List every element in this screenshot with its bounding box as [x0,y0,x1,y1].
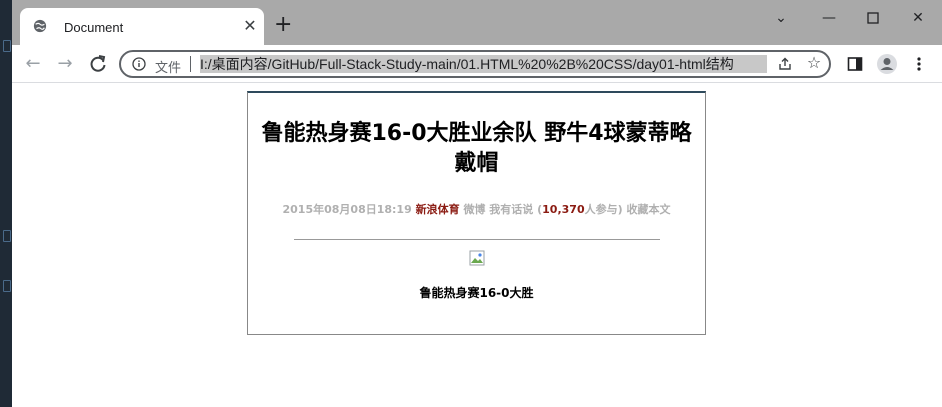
background-ide-edge [0,0,12,407]
browser-toolbar: ← → 文件 I:/桌面内容/GitHub/Full-Stack-Study-m… [12,45,942,83]
tab-close-icon[interactable]: ✕ [242,18,258,34]
url-text[interactable]: I:/桌面内容/GitHub/Full-Stack-Study-main/01.… [200,55,767,73]
tab-strip: Document ✕ + ⌄ — ✕ [12,0,942,45]
bookmark-star-icon[interactable]: ☆ [805,54,823,72]
reload-button[interactable] [88,54,108,74]
omnibox-divider [190,56,191,72]
weibo-link[interactable]: 微博 [463,203,485,216]
share-icon[interactable] [777,56,793,72]
tab-document[interactable]: Document ✕ [20,8,264,45]
menu-kebab-icon[interactable] [910,55,928,73]
back-button[interactable]: ← [23,54,43,74]
ide-explorer-icon [3,40,11,52]
tab-title: Document [64,20,124,35]
comment-link[interactable]: 我有话说 [489,203,533,216]
participant-count: 10,370 [542,203,585,216]
ide-file-icon [3,280,11,292]
minimize-button[interactable]: — [821,10,837,26]
close-window-button[interactable]: ✕ [910,10,926,26]
side-panel-icon[interactable] [846,55,864,73]
participants-label: 人参与) [584,203,623,216]
forward-button[interactable]: → [55,54,75,74]
page-content: 鲁能热身赛16-0大胜业余队 野牛4球蒙蒂略戴帽 2015年08月08日18:1… [12,83,942,407]
news-article: 鲁能热身赛16-0大胜业余队 野牛4球蒙蒂略戴帽 2015年08月08日18:1… [247,91,706,335]
favorite-link[interactable]: 收藏本文 [626,203,670,216]
maximize-button[interactable] [865,10,881,26]
globe-icon [33,19,47,33]
horizontal-rule [293,239,660,240]
profile-avatar-icon[interactable] [876,53,898,75]
broken-image-icon [469,250,484,266]
source-link[interactable]: 新浪体育 [416,203,460,216]
file-scheme-chip[interactable]: 文件 [155,57,181,76]
publish-datetime: 2015年08月08日18:19 [282,203,412,216]
ide-file-icon [3,230,11,242]
tab-search-icon[interactable]: ⌄ [773,10,789,26]
browser-window: Document ✕ + ⌄ — ✕ ← → 文件 I:/桌面内容/GitHub… [12,0,942,407]
new-tab-button[interactable]: + [274,14,292,36]
address-bar[interactable]: 文件 I:/桌面内容/GitHub/Full-Stack-Study-main/… [119,50,831,78]
image-caption: 鲁能热身赛16-0大胜 [419,286,534,300]
info-icon[interactable] [132,57,146,71]
article-meta: 2015年08月08日18:19 新浪体育 微博 我有话说 (10,370人参与… [248,201,705,217]
article-headline: 鲁能热身赛16-0大胜业余队 野牛4球蒙蒂略戴帽 [261,121,692,176]
